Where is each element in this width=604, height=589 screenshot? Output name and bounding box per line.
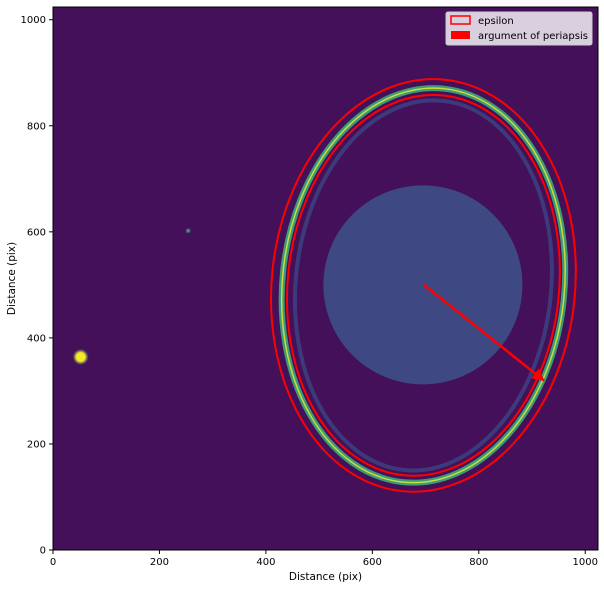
x-tick-label-0: 0 — [50, 557, 56, 568]
bright-spot — [72, 348, 89, 365]
faint-spot — [185, 227, 192, 234]
central-disk — [323, 185, 523, 385]
y-tick-label-600: 600 — [27, 227, 46, 238]
x-tick-label-400: 400 — [256, 557, 275, 568]
legend-label-argument-of-periapsis: argument of periapsis — [478, 31, 588, 42]
x-tick-label-600: 600 — [363, 557, 382, 568]
y-axis: 0 200 400 600 800 1000 — [21, 15, 53, 557]
y-axis-label: Distance (pix) — [6, 242, 18, 315]
y-tick-label-1000: 1000 — [21, 15, 46, 26]
figure: 0 200 400 600 800 1000 0 200 400 600 800 1000 Dist… — [6, 6, 599, 583]
y-tick-label-400: 400 — [27, 333, 46, 344]
x-tick-label-800: 800 — [469, 557, 488, 568]
y-tick-label-0: 0 — [40, 546, 46, 557]
legend-label-epsilon: epsilon — [478, 16, 514, 27]
plot-area — [53, 7, 598, 550]
x-axis: 0 200 400 600 800 1000 — [50, 550, 598, 568]
x-axis-label: Distance (pix) — [289, 571, 362, 583]
legend-swatch-argument-of-periapsis — [451, 31, 470, 39]
y-tick-label-200: 200 — [27, 439, 46, 450]
x-tick-label-1000: 1000 — [573, 557, 598, 568]
y-tick-label-800: 800 — [27, 121, 46, 132]
legend: epsilon argument of periapsis — [445, 11, 593, 46]
x-tick-label-200: 200 — [150, 557, 169, 568]
